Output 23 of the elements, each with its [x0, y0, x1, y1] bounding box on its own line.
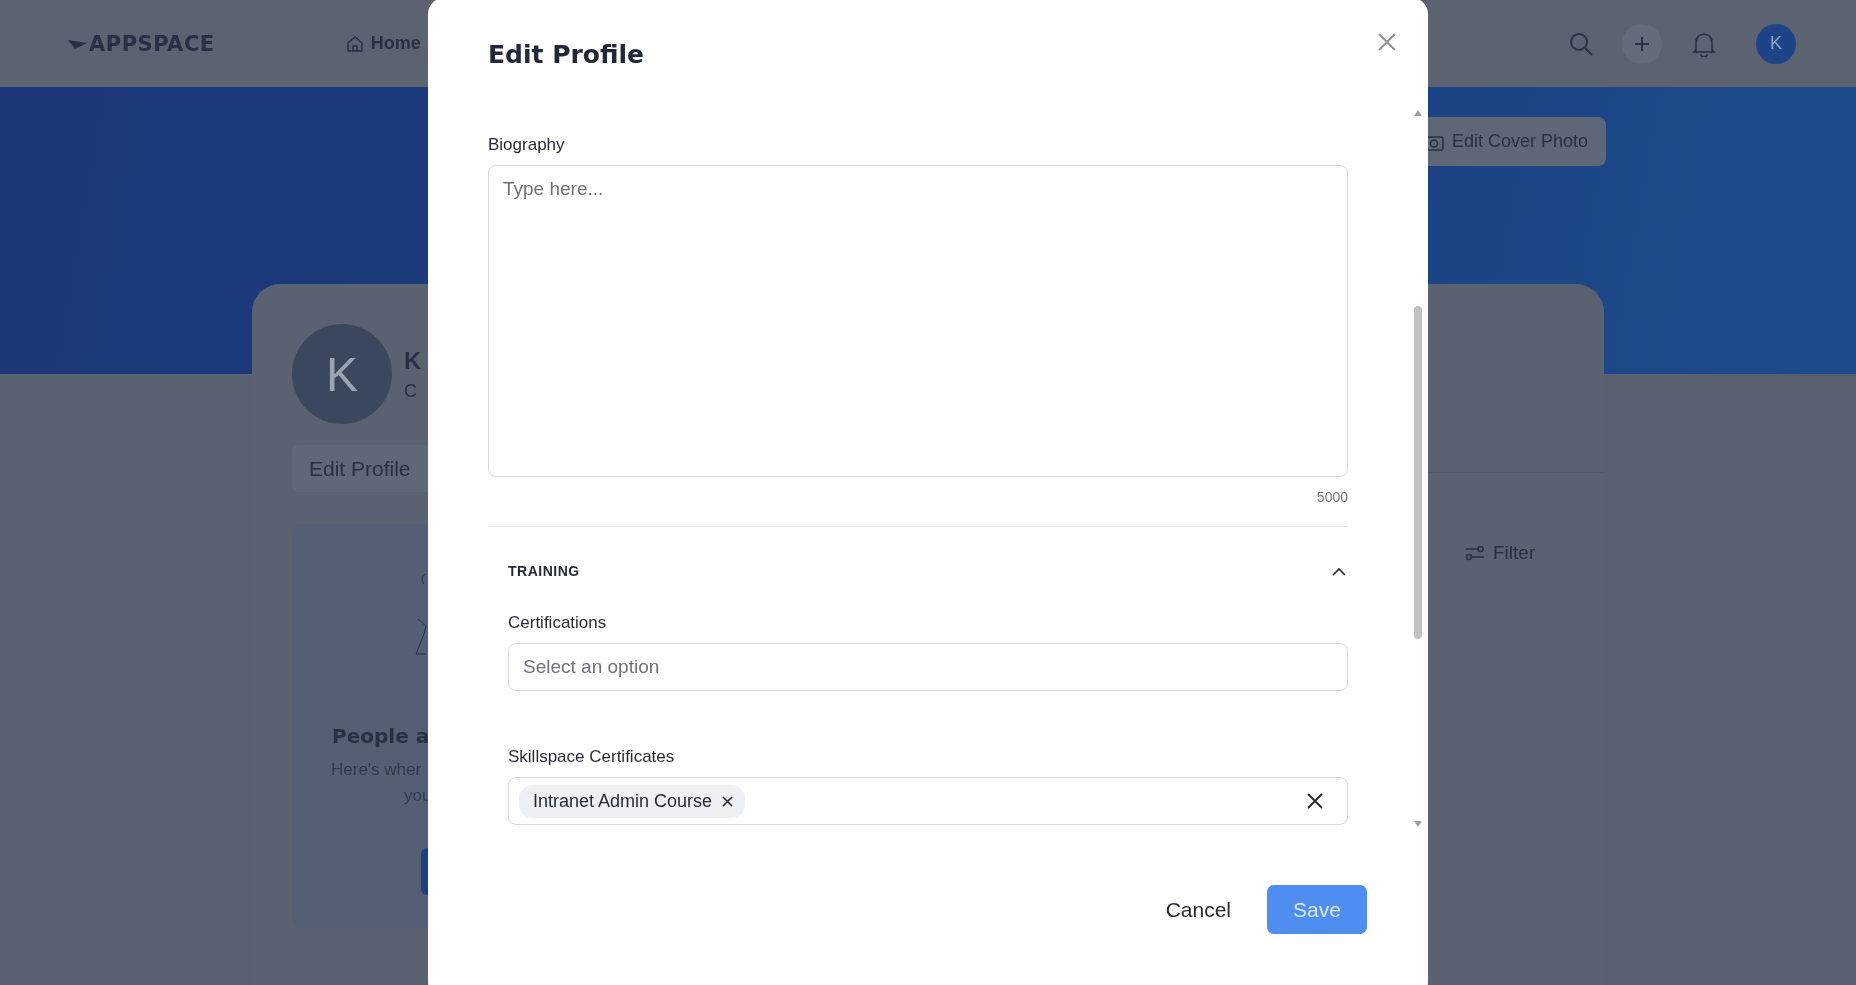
remove-icon[interactable]	[722, 795, 734, 807]
chevron-icon[interactable]	[1332, 566, 1346, 576]
filter-icon	[1465, 544, 1485, 562]
character-counter: 5000	[1316, 489, 1348, 505]
dialog-title: Edit Profile	[488, 40, 645, 69]
biography-field[interactable]: Type here...	[488, 165, 1348, 477]
field-label: Biography	[488, 135, 565, 155]
search-icon[interactable]	[1568, 30, 1594, 57]
tag-field[interactable]: Intranet Admin Course	[508, 777, 1348, 825]
clear-icon[interactable]	[1307, 793, 1323, 809]
bell-icon[interactable]	[1692, 30, 1716, 57]
select-field[interactable]: Select an option	[508, 643, 1348, 691]
scroll-down-icon[interactable]	[1414, 821, 1422, 827]
cancel-button[interactable]: Cancel	[1153, 889, 1243, 930]
section-title: TRAINING	[508, 563, 580, 579]
add-icon[interactable]	[1622, 23, 1662, 64]
user-avatar[interactable]: K	[1756, 23, 1796, 64]
close-icon[interactable]	[1377, 32, 1397, 52]
home-icon	[344, 33, 365, 54]
profile-avatar: K	[292, 324, 392, 424]
tag-chip: Intranet Admin Course	[519, 784, 746, 818]
field-label: Skillspace Certificates	[508, 747, 675, 767]
field-label: Certifications	[508, 613, 607, 633]
